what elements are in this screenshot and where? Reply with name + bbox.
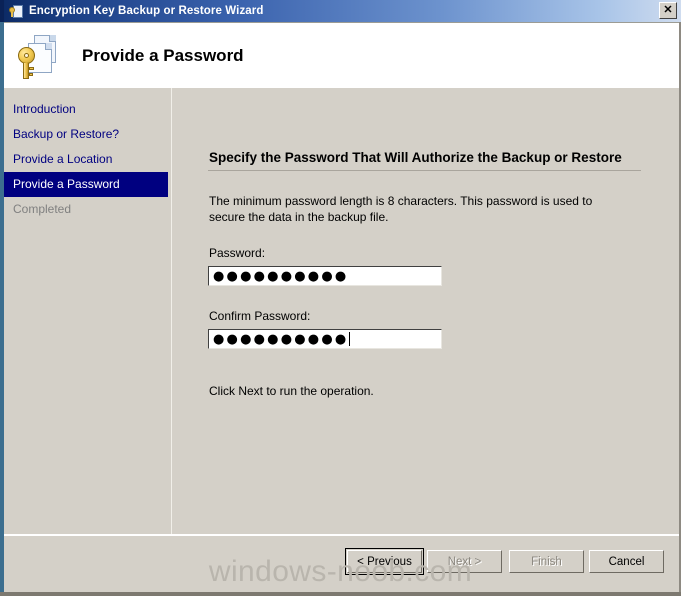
title-bar-left-edge — [0, 0, 4, 22]
wizard-steps-sidebar: Introduction Backup or Restore? Provide … — [4, 88, 172, 534]
wizard-footer: < Previous Next > Finish Cancel — [4, 536, 681, 591]
key-document-icon — [8, 4, 23, 18]
header-icon-key-tooth-lower — [29, 72, 33, 76]
sidebar-item-completed: Completed — [13, 202, 72, 216]
wizard-header: Provide a Password — [4, 23, 681, 88]
sidebar-item-provide-a-location[interactable]: Provide a Location — [4, 147, 171, 172]
title-icon-key-shaft — [11, 12, 13, 17]
confirm-password-label: Confirm Password: — [209, 309, 311, 323]
content-footnote: Click Next to run the operation. — [209, 384, 374, 398]
page-title: Provide a Password — [82, 45, 244, 65]
header-icon-front-page-fold — [45, 42, 52, 50]
previous-button[interactable]: < Previous — [345, 548, 424, 575]
content-heading-rule — [208, 170, 641, 171]
password-label: Password: — [209, 246, 266, 260]
window-frame-left — [0, 22, 4, 596]
wizard-body: Introduction Backup or Restore? Provide … — [4, 88, 681, 534]
next-button: Next > — [427, 550, 502, 573]
password-input[interactable]: ●●●●●●●●●● — [208, 266, 442, 286]
header-icon-key-tooth-upper — [29, 66, 34, 70]
title-bar: Encryption Key Backup or Restore Wizard … — [0, 0, 681, 23]
header-icon-back-page-fold — [49, 34, 56, 42]
confirm-password-input-value: ●●●●●●●●●● — [213, 331, 349, 347]
close-icon[interactable]: ✕ — [659, 2, 677, 19]
password-input-value: ●●●●●●●●●● — [213, 268, 349, 284]
sidebar-item-introduction[interactable]: Introduction — [4, 97, 171, 122]
header-icon-key-shaft — [23, 62, 29, 79]
text-caret — [349, 332, 351, 346]
window-frame-bottom — [0, 592, 681, 596]
cancel-button[interactable]: Cancel — [589, 550, 664, 573]
sidebar-item-backup-or-restore[interactable]: Backup or Restore? — [4, 122, 171, 147]
confirm-password-input[interactable]: ●●●●●●●●●● — [208, 329, 442, 349]
window-title: Encryption Key Backup or Restore Wizard — [29, 5, 264, 17]
sidebar-item-provide-a-password[interactable]: Provide a Password — [4, 172, 168, 197]
wizard-window: Encryption Key Backup or Restore Wizard … — [0, 0, 681, 596]
content-heading: Specify the Password That Will Authorize… — [209, 150, 622, 165]
wizard-content-pane: Specify the Password That Will Authorize… — [175, 88, 681, 534]
gold-key-with-pages-icon — [16, 33, 62, 79]
header-icon-key-hole — [24, 52, 29, 58]
finish-button: Finish — [509, 550, 584, 573]
content-description: The minimum password length is 8 charact… — [209, 194, 593, 224]
